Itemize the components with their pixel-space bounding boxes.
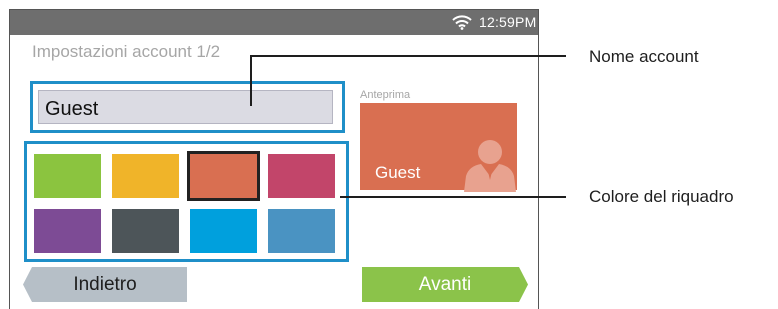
callout-line-account-name <box>250 55 566 57</box>
callout-tile-color: Colore del riquadro <box>589 187 734 206</box>
color-swatch-green[interactable] <box>34 154 101 198</box>
device-screen: 12:59PM Impostazioni account 1/2 Antepri… <box>9 9 539 309</box>
account-name-highlight <box>30 81 345 133</box>
next-button[interactable]: Avanti <box>362 267 528 302</box>
color-swatch-yellow[interactable] <box>112 154 179 198</box>
color-swatch-orange-selected[interactable] <box>187 151 260 201</box>
account-name-input[interactable] <box>38 90 333 124</box>
status-bar: 12:59PM <box>10 10 538 35</box>
callout-line-tile-color <box>340 196 566 198</box>
preview-tile: Guest <box>360 103 517 192</box>
color-swatch-blue[interactable] <box>190 209 257 253</box>
tile-color-highlight <box>24 141 349 262</box>
callout-line-account-name-vertical <box>250 55 252 106</box>
preview-label: Anteprima <box>360 89 411 101</box>
color-swatch-dark-gray[interactable] <box>112 209 179 253</box>
preview-account-name: Guest <box>375 163 421 182</box>
clock: 12:59PM <box>479 14 537 30</box>
color-swatch-purple[interactable] <box>34 209 101 253</box>
wifi-icon <box>452 15 472 30</box>
callout-account-name: Nome account <box>589 47 699 66</box>
page-title: Impostazioni account 1/2 <box>32 42 221 61</box>
person-icon <box>464 140 516 192</box>
color-swatch-pink[interactable] <box>268 154 335 198</box>
back-button[interactable]: Indietro <box>23 267 187 302</box>
color-swatch-steel-blue[interactable] <box>268 209 335 253</box>
